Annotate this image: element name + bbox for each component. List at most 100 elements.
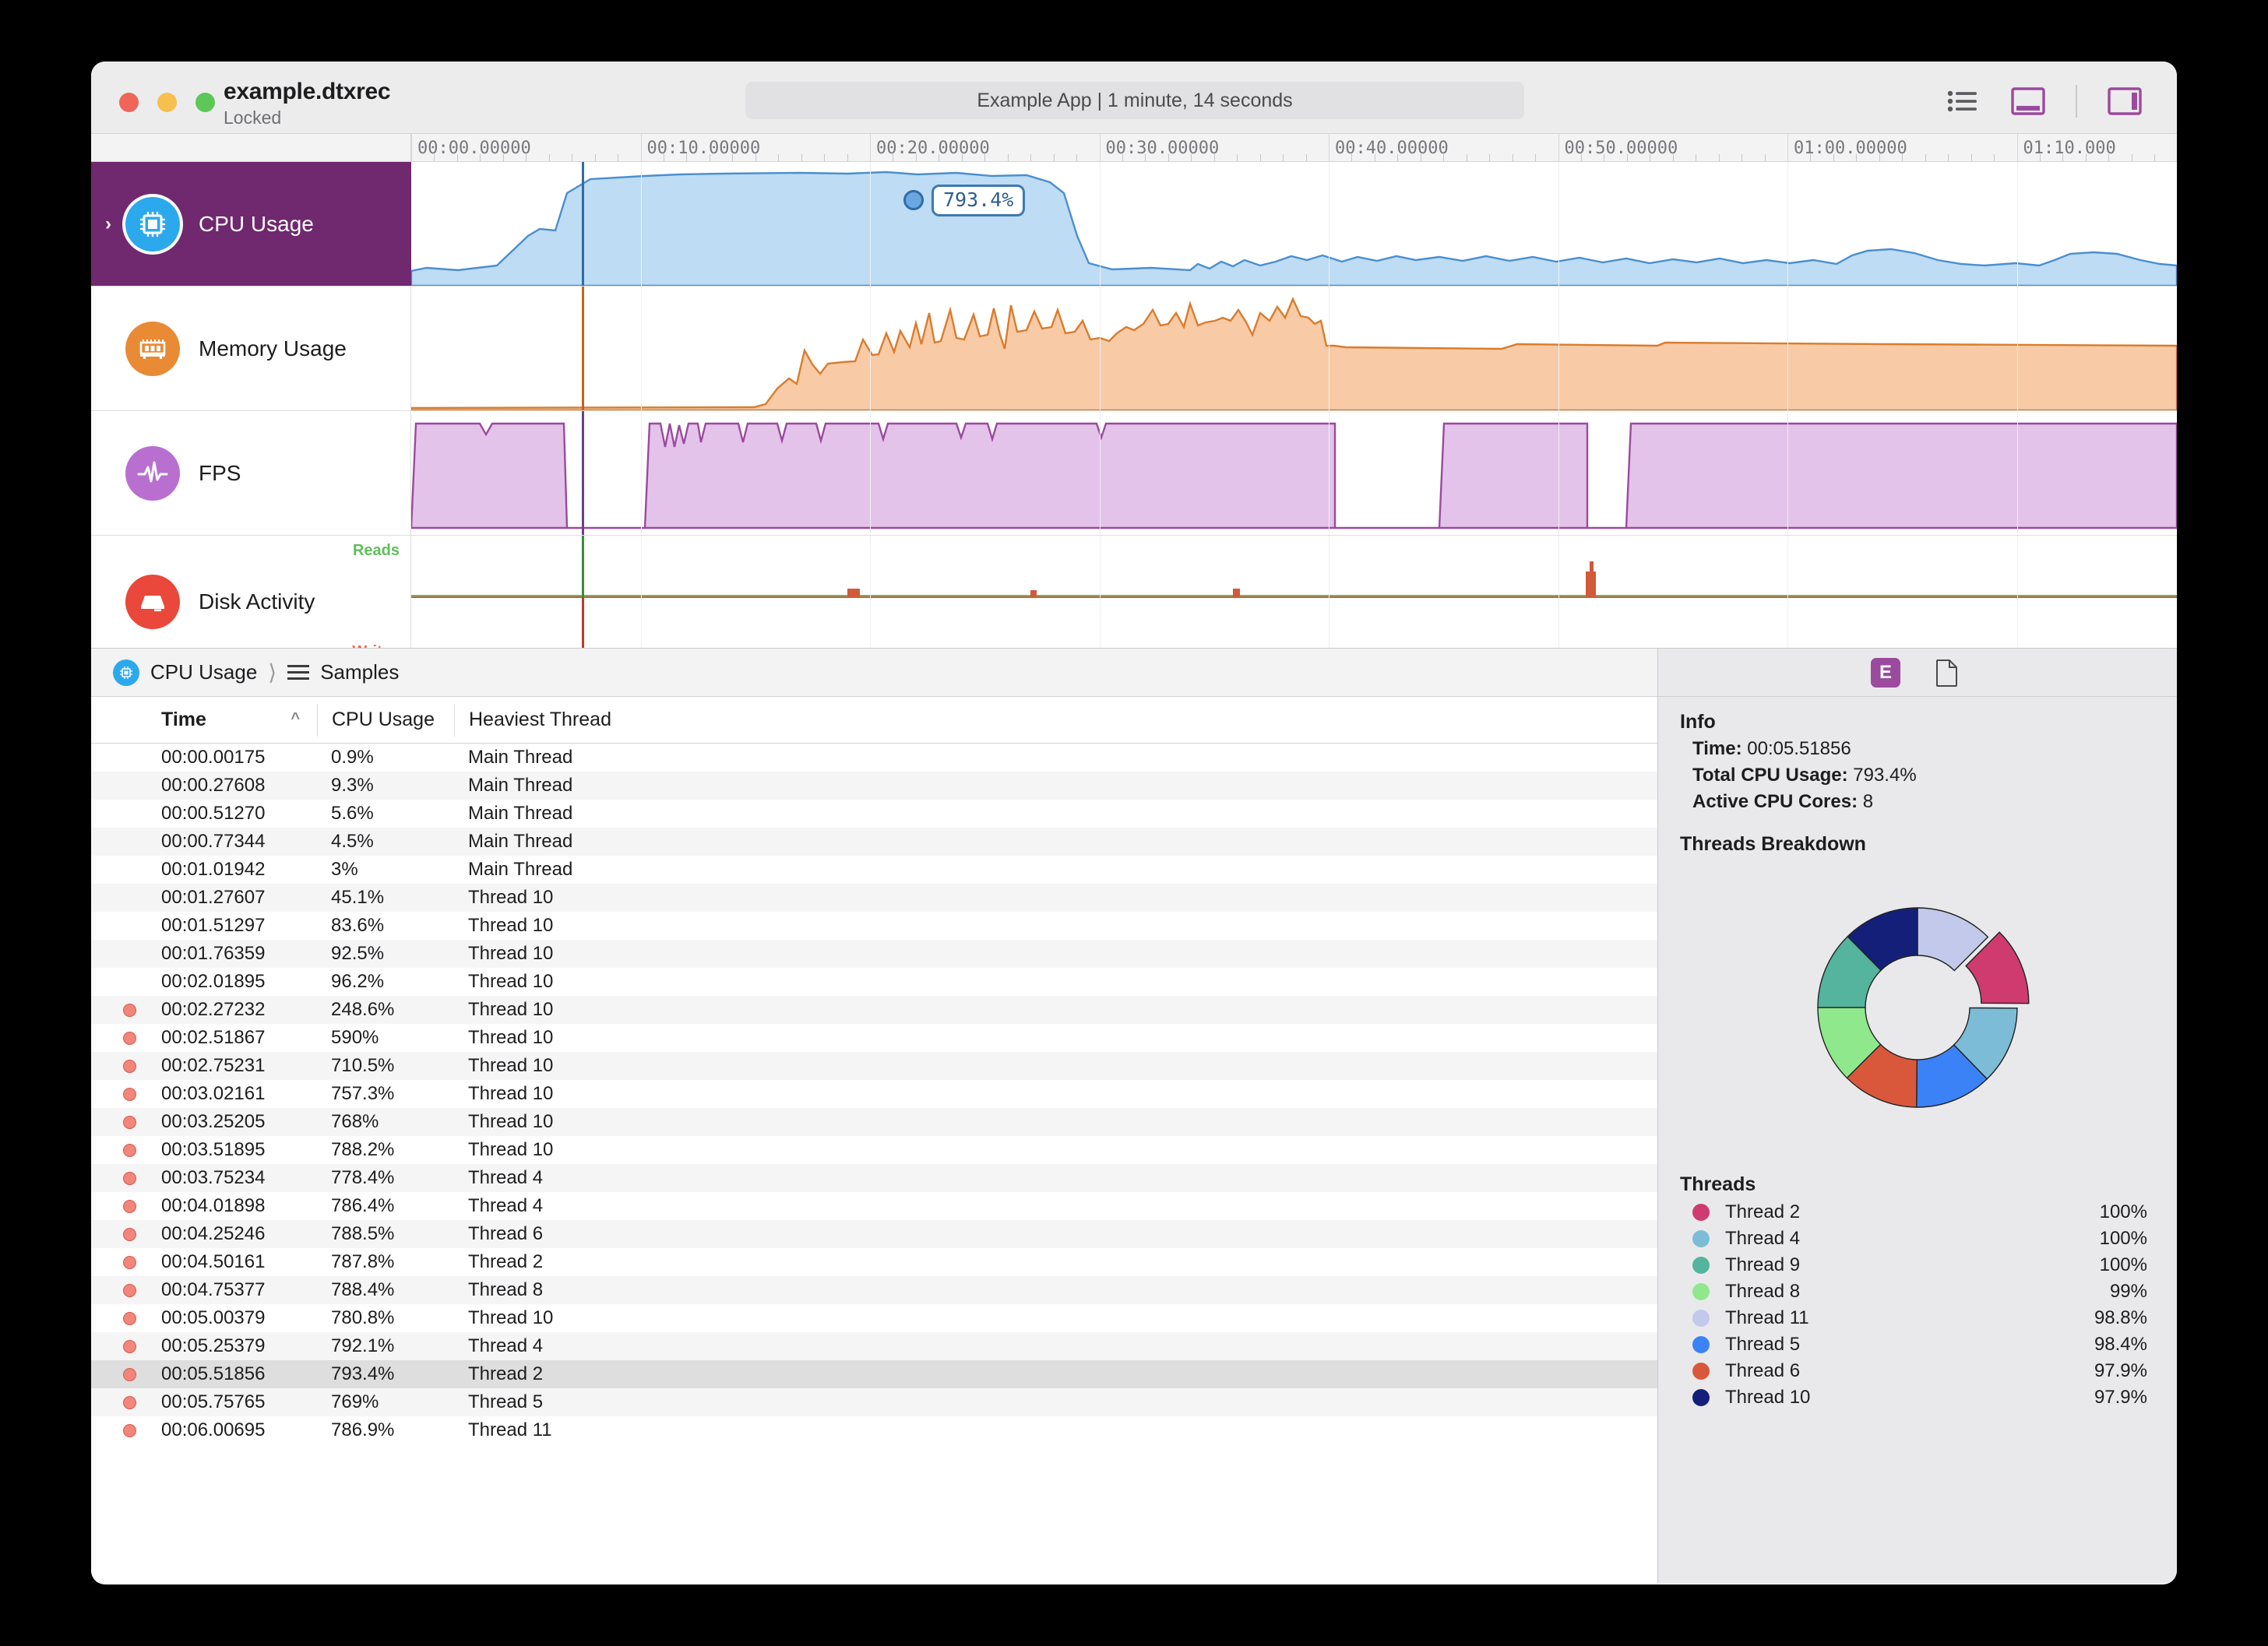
thread-percentage: 97.9% [2094, 1387, 2147, 1409]
thread-legend-row[interactable]: Thread 899% [1658, 1278, 2177, 1305]
table-row[interactable]: 00:01.5129783.6%Thread 10 [91, 912, 1657, 940]
thread-color-swatch [1692, 1230, 1710, 1247]
track-header-fps[interactable]: FPS [91, 411, 411, 535]
thread-legend-row[interactable]: Thread 2100% [1658, 1199, 2177, 1226]
table-row[interactable]: 00:06.00695786.9%Thread 11 [91, 1416, 1657, 1444]
high-usage-dot-icon [123, 1312, 136, 1325]
list-view-icon[interactable] [1945, 83, 1981, 119]
cell-cpu-usage: 793.4% [317, 1363, 454, 1385]
column-header-heaviest-thread[interactable]: Heaviest Thread [454, 704, 781, 737]
table-row[interactable]: 00:04.25246788.5%Thread 6 [91, 1220, 1657, 1248]
column-header-time[interactable]: Time ^ [147, 704, 317, 737]
table-row[interactable]: 00:05.75765769%Thread 5 [91, 1388, 1657, 1416]
zoom-button[interactable] [195, 93, 215, 112]
table-row[interactable]: 00:01.2760745.1%Thread 10 [91, 884, 1657, 912]
donut-chart [1781, 871, 2054, 1144]
gridline [641, 411, 642, 535]
breadcrumb-root[interactable]: CPU Usage [150, 660, 257, 684]
ruler-minor-tick [2154, 154, 2155, 161]
ruler-minor-tick [1673, 154, 1674, 161]
threads-title: Threads [1658, 1159, 2177, 1196]
bottom-panel-icon[interactable] [2010, 83, 2046, 119]
thread-legend-row[interactable]: Thread 598.4% [1658, 1331, 2177, 1358]
samples-table[interactable]: 00:00.001750.9%Main Thread00:00.276089.3… [91, 744, 1657, 1583]
track-memory-usage[interactable]: Memory Usage [91, 287, 2177, 411]
thread-percentage: 100% [2100, 1254, 2147, 1276]
table-row[interactable]: 00:01.7635992.5%Thread 10 [91, 940, 1657, 968]
cell-time: 00:04.75377 [147, 1279, 317, 1301]
table-row[interactable]: 00:04.75377788.4%Thread 8 [91, 1276, 1657, 1304]
breadcrumb-leaf[interactable]: Samples [320, 660, 399, 684]
thread-legend-row[interactable]: Thread 9100% [1658, 1252, 2177, 1278]
ruler-label: 00:00.00000 [411, 139, 531, 158]
table-row[interactable]: 00:02.27232248.6%Thread 10 [91, 996, 1657, 1024]
thread-legend-row[interactable]: Thread 1198.8% [1658, 1305, 2177, 1331]
playhead-disk-reads[interactable] [582, 536, 584, 597]
track-cpu-usage[interactable]: › CPU Usage [91, 162, 2177, 287]
run-info-tab[interactable] [1930, 656, 1964, 690]
app-window: example.dtxrec Locked Example App | 1 mi… [91, 62, 2177, 1584]
table-row[interactable]: 00:03.25205768%Thread 10 [91, 1108, 1657, 1136]
table-row[interactable]: 00:02.75231710.5%Thread 10 [91, 1052, 1657, 1080]
ruler-minor-tick [595, 154, 596, 161]
thread-legend-row[interactable]: Thread 4100% [1658, 1226, 2177, 1252]
column-header-cpu-usage[interactable]: CPU Usage [317, 704, 454, 737]
close-button[interactable] [119, 93, 139, 112]
cell-time: 00:02.27232 [147, 999, 317, 1021]
table-row[interactable]: 00:03.75234778.4%Thread 4 [91, 1164, 1657, 1192]
ruler-minor-tick [1260, 154, 1261, 161]
table-row[interactable]: 00:01.019423%Main Thread [91, 856, 1657, 884]
cell-cpu-usage: 787.8% [317, 1251, 454, 1273]
cpu-value-badge: 793.4% [932, 185, 1025, 216]
high-usage-dot-icon [123, 1032, 136, 1045]
ruler-minor-tick [1008, 154, 1009, 161]
ruler-minor-tick [1535, 154, 1536, 161]
table-row[interactable]: 00:04.50161787.8%Thread 2 [91, 1248, 1657, 1276]
track-fps[interactable]: FPS [91, 411, 2177, 536]
cell-cpu-usage: 45.1% [317, 887, 454, 909]
thread-legend-row[interactable]: Thread 1097.9% [1658, 1384, 2177, 1411]
gridline [1100, 162, 1101, 286]
minimize-button[interactable] [157, 93, 177, 112]
gridline [1787, 411, 1788, 535]
right-panel-icon[interactable] [2107, 83, 2143, 119]
table-row[interactable]: 00:03.02161757.3%Thread 10 [91, 1080, 1657, 1108]
table-row[interactable]: 00:05.51856793.4%Thread 2 [91, 1360, 1657, 1388]
cell-cpu-usage: 786.9% [317, 1419, 454, 1441]
high-usage-dot-icon [123, 1256, 136, 1269]
ruler-minor-tick [480, 154, 481, 161]
ruler-gutter [91, 134, 411, 161]
cpu-chip-icon [113, 659, 139, 686]
cell-cpu-usage: 248.6% [317, 999, 454, 1021]
table-row[interactable]: 00:02.0189596.2%Thread 10 [91, 968, 1657, 996]
playhead-memory[interactable] [582, 287, 584, 410]
recording-status-pill[interactable]: Example App | 1 minute, 14 seconds [745, 82, 1524, 119]
threads-legend[interactable]: Thread 2100%Thread 4100%Thread 9100%Thre… [1658, 1196, 2177, 1411]
track-graph-memory-usage[interactable] [411, 287, 2177, 410]
thread-name: Thread 10 [1725, 1387, 2094, 1409]
chevron-right-icon[interactable]: › [105, 215, 125, 234]
table-row[interactable]: 00:05.25379792.1%Thread 4 [91, 1332, 1657, 1360]
table-row[interactable]: 00:02.51867590%Thread 10 [91, 1024, 1657, 1052]
table-row[interactable]: 00:00.276089.3%Main Thread [91, 772, 1657, 800]
ruler-minor-tick [1856, 154, 1857, 161]
cell-heaviest-thread: Main Thread [454, 747, 781, 768]
table-row[interactable]: 00:04.01898786.4%Thread 4 [91, 1192, 1657, 1220]
timeline-ruler[interactable]: 00:00.0000000:10.0000000:20.0000000:30.0… [91, 134, 2177, 162]
table-row[interactable]: 00:03.51895788.2%Thread 10 [91, 1136, 1657, 1164]
thread-legend-row[interactable]: Thread 697.9% [1658, 1358, 2177, 1384]
table-row[interactable]: 00:00.773444.5%Main Thread [91, 828, 1657, 856]
ruler-minor-tick [1971, 154, 1972, 161]
table-row[interactable]: 00:00.512705.6%Main Thread [91, 800, 1657, 828]
playhead-cpu[interactable] [582, 162, 584, 286]
table-row[interactable]: 00:00.001750.9%Main Thread [91, 744, 1657, 772]
track-header-memory-usage[interactable]: Memory Usage [91, 287, 411, 410]
playhead-fps[interactable] [582, 411, 584, 535]
track-header-cpu-usage[interactable]: › CPU Usage [91, 162, 411, 286]
threads-breakdown-chart[interactable] [1658, 856, 2177, 1159]
track-graph-fps[interactable] [411, 411, 2177, 535]
table-row[interactable]: 00:05.00379780.8%Thread 10 [91, 1304, 1657, 1332]
row-flag-cell [111, 1172, 147, 1185]
extended-detail-tab[interactable]: E [1871, 658, 1900, 688]
track-graph-cpu-usage[interactable]: 793.4% [411, 162, 2177, 286]
